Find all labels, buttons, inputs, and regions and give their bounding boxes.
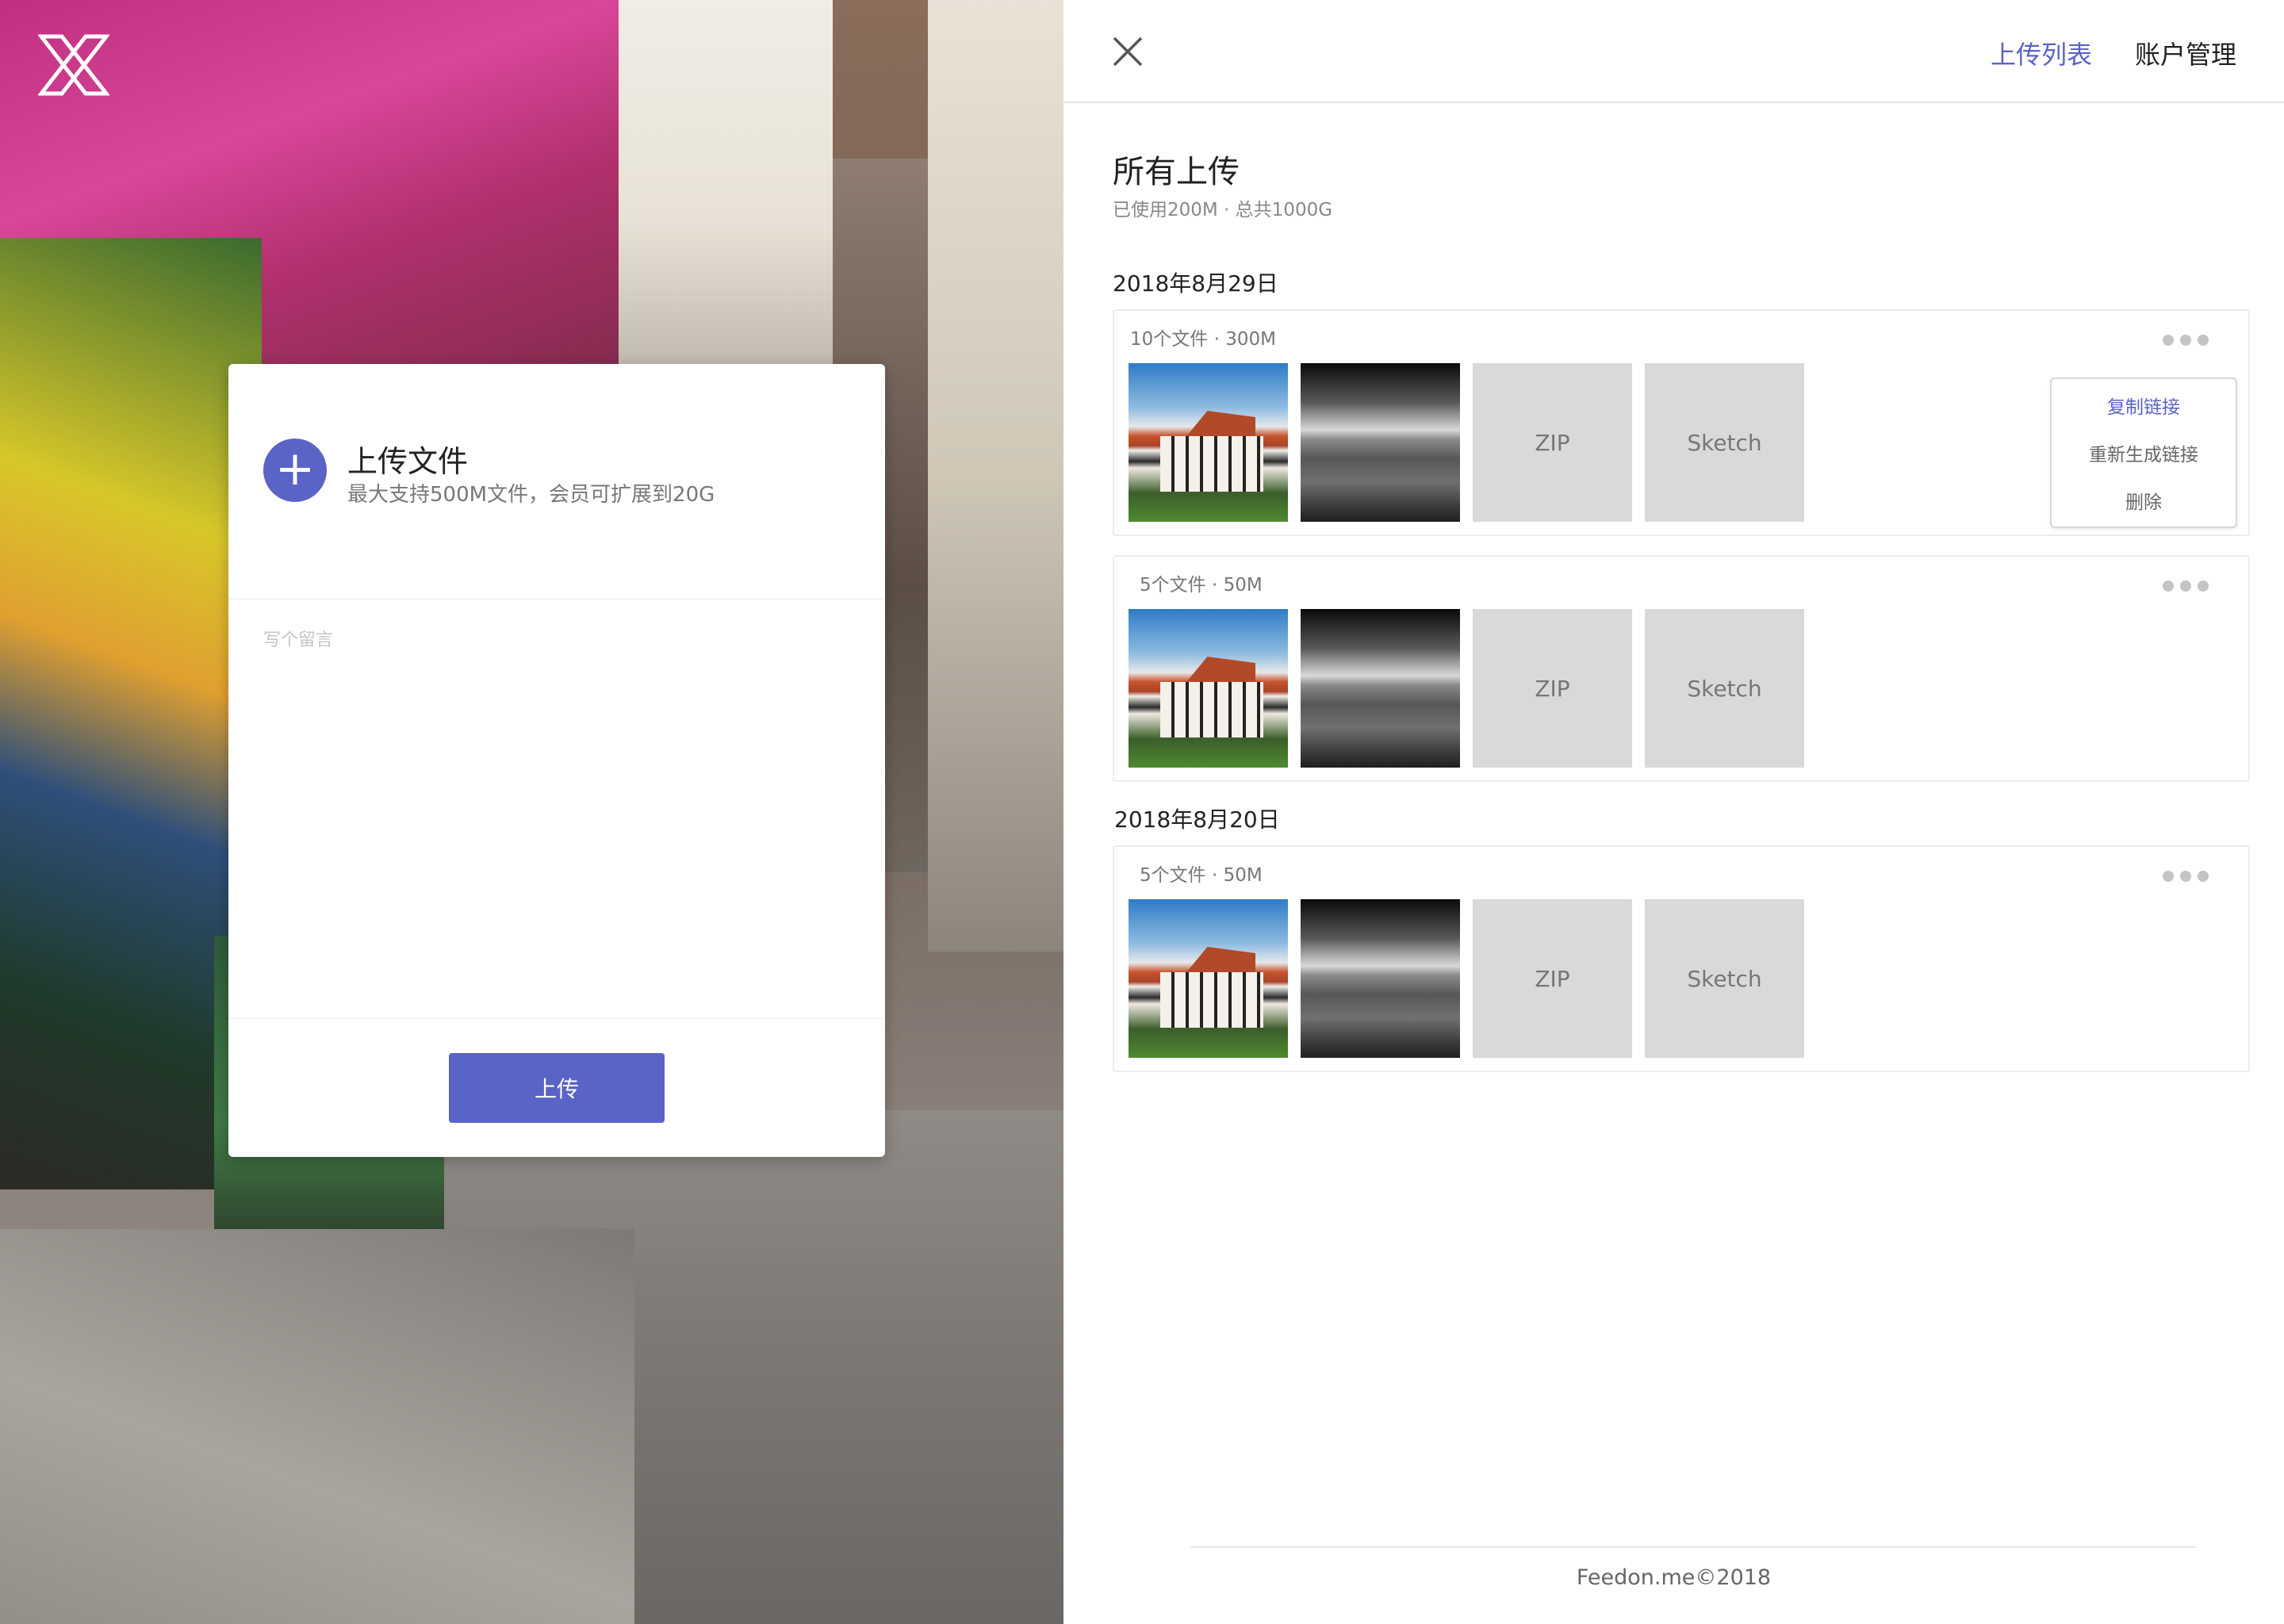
group-meta: 10个文件 · 300M bbox=[1130, 329, 1276, 350]
page-title: 所有上传 bbox=[1113, 154, 1240, 190]
file-thumbnail[interactable]: Sketch bbox=[1645, 363, 1804, 522]
message-input[interactable] bbox=[263, 626, 850, 887]
upload-group: 5个文件 · 50M ZIP Sketch bbox=[1113, 555, 2250, 782]
file-thumbnail[interactable]: ZIP bbox=[1473, 363, 1632, 522]
context-menu: 复制链接 重新生成链接 删除 bbox=[2050, 377, 2237, 528]
upload-group: 10个文件 · 300M ZIP Sketch 复制链接 重新生成链接 删除 bbox=[1113, 309, 2250, 536]
tab-account[interactable]: 账户管理 bbox=[2135, 35, 2236, 71]
divider bbox=[228, 1018, 885, 1019]
file-thumbnail[interactable]: ZIP bbox=[1473, 899, 1632, 1058]
close-icon[interactable] bbox=[1111, 35, 1144, 68]
more-icon[interactable] bbox=[2163, 335, 2209, 346]
divider bbox=[1190, 1546, 2196, 1548]
image-thumbnail[interactable] bbox=[1129, 609, 1288, 768]
upload-title: 上传文件 bbox=[347, 444, 469, 479]
logo bbox=[36, 33, 111, 97]
group-meta: 5个文件 · 50M bbox=[1140, 575, 1263, 596]
upload-group: 5个文件 · 50M ZIP Sketch bbox=[1113, 845, 2250, 1072]
image-thumbnail[interactable] bbox=[1301, 363, 1460, 522]
file-thumbnail[interactable]: Sketch bbox=[1645, 609, 1804, 768]
delete-item[interactable]: 删除 bbox=[2125, 487, 2162, 514]
date-heading: 2018年8月20日 bbox=[1114, 806, 1280, 833]
footer-text: Feedon.me©2018 bbox=[1576, 1565, 1772, 1590]
image-thumbnail[interactable] bbox=[1129, 363, 1288, 522]
plus-icon[interactable]: + bbox=[263, 439, 327, 502]
upload-subtitle: 最大支持500M文件，会员可扩展到20G bbox=[347, 483, 715, 507]
uploads-panel: 上传列表 账户管理 所有上传 已使用200M · 总共1000G 2018年8月… bbox=[1063, 0, 2284, 1624]
x-logo-icon bbox=[36, 34, 111, 96]
image-thumbnail[interactable] bbox=[1129, 899, 1288, 1058]
file-thumbnail[interactable]: Sketch bbox=[1645, 899, 1804, 1058]
image-thumbnail[interactable] bbox=[1301, 899, 1460, 1058]
upload-card: + 上传文件 最大支持500M文件，会员可扩展到20G 上传 bbox=[228, 364, 885, 1157]
top-nav: 上传列表 账户管理 bbox=[1991, 35, 2236, 71]
storage-usage: 已使用200M · 总共1000G bbox=[1113, 200, 1333, 220]
regenerate-link-item[interactable]: 重新生成链接 bbox=[2089, 439, 2198, 466]
divider bbox=[1063, 102, 2284, 103]
tab-upload-list[interactable]: 上传列表 bbox=[1991, 35, 2092, 71]
date-heading: 2018年8月29日 bbox=[1113, 270, 1278, 297]
copy-link-item[interactable]: 复制链接 bbox=[2107, 392, 2180, 419]
group-meta: 5个文件 · 50M bbox=[1140, 865, 1263, 886]
more-icon[interactable] bbox=[2163, 580, 2209, 592]
upload-button[interactable]: 上传 bbox=[449, 1053, 665, 1123]
image-thumbnail[interactable] bbox=[1301, 609, 1460, 768]
more-icon[interactable] bbox=[2163, 871, 2209, 882]
file-thumbnail[interactable]: ZIP bbox=[1473, 609, 1632, 768]
